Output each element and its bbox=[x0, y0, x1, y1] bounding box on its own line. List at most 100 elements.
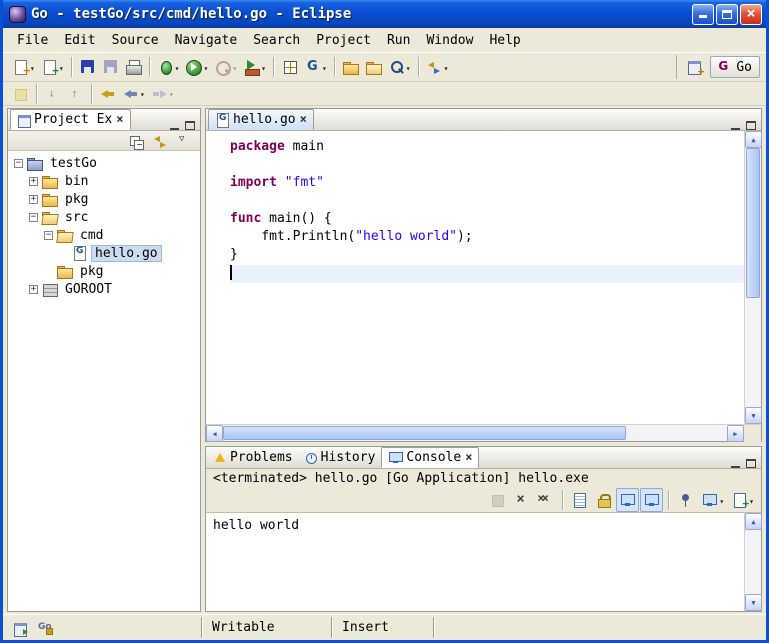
close-tab-icon[interactable] bbox=[465, 450, 472, 465]
open-console-button[interactable] bbox=[728, 488, 757, 512]
back-button[interactable] bbox=[119, 82, 148, 106]
tab-project-explorer[interactable]: Project Ex bbox=[10, 109, 131, 130]
editor-vertical-scrollbar[interactable] bbox=[744, 131, 761, 424]
go-wizard-button[interactable] bbox=[301, 55, 330, 79]
tab-console[interactable]: Console bbox=[381, 447, 479, 468]
code-line[interactable]: import "fmt" bbox=[230, 175, 744, 193]
scroll-down-icon[interactable] bbox=[745, 407, 762, 424]
tree-item-pkg[interactable]: +pkg bbox=[8, 190, 200, 208]
maximize-panel-icon[interactable] bbox=[746, 459, 756, 468]
fast-view-icon[interactable] bbox=[13, 621, 28, 635]
remove-launch-button[interactable] bbox=[510, 488, 533, 512]
open-folder-button[interactable] bbox=[339, 55, 362, 79]
maximize-panel-icon[interactable] bbox=[185, 121, 195, 130]
tree-item-testgo[interactable]: −testGo bbox=[8, 154, 200, 172]
show-stdout-button[interactable] bbox=[616, 488, 639, 512]
display-console-button[interactable] bbox=[698, 488, 727, 512]
code-line[interactable] bbox=[230, 157, 744, 175]
code-area[interactable]: package main import "fmt" func main() { fm… bbox=[206, 131, 744, 424]
menu-item-help[interactable]: Help bbox=[481, 31, 528, 50]
dropdown-arrow-icon[interactable] bbox=[59, 60, 64, 75]
tab-hello-go[interactable]: hello.go bbox=[208, 109, 314, 130]
console-vertical-scrollbar[interactable] bbox=[744, 513, 761, 611]
run-button[interactable] bbox=[182, 55, 211, 79]
minimize-panel-icon[interactable] bbox=[170, 122, 179, 130]
minimize-panel-icon[interactable] bbox=[731, 460, 740, 468]
menu-item-project[interactable]: Project bbox=[308, 31, 379, 50]
scroll-right-icon[interactable] bbox=[727, 425, 744, 442]
menu-item-navigate[interactable]: Navigate bbox=[167, 31, 246, 50]
view-menu-icon[interactable] bbox=[176, 133, 193, 149]
tab-history[interactable]: History bbox=[299, 447, 382, 468]
external-tools-button[interactable] bbox=[240, 55, 269, 79]
dropdown-arrow-icon[interactable] bbox=[719, 493, 724, 508]
dropdown-arrow-icon[interactable] bbox=[322, 60, 327, 75]
close-tab-icon[interactable] bbox=[116, 112, 123, 127]
code-line[interactable] bbox=[230, 265, 744, 283]
dropdown-arrow-icon[interactable] bbox=[406, 60, 411, 75]
tree-item-bin[interactable]: +bin bbox=[8, 172, 200, 190]
menu-item-window[interactable]: Window bbox=[418, 31, 481, 50]
scroll-up-icon[interactable] bbox=[745, 131, 762, 148]
dropdown-arrow-icon[interactable] bbox=[749, 493, 754, 508]
dropdown-arrow-icon[interactable] bbox=[203, 60, 208, 75]
save-button[interactable] bbox=[76, 55, 99, 79]
dropdown-arrow-icon[interactable] bbox=[30, 60, 35, 75]
dropdown-arrow-icon[interactable] bbox=[444, 60, 449, 75]
dropdown-arrow-icon[interactable] bbox=[232, 60, 237, 75]
console-output-text[interactable]: hello world bbox=[206, 513, 744, 611]
expander-plus-icon[interactable]: + bbox=[29, 285, 38, 294]
code-line[interactable] bbox=[230, 193, 744, 211]
show-stderr-button[interactable] bbox=[640, 488, 663, 512]
expander-minus-icon[interactable]: − bbox=[29, 213, 38, 222]
last-edit-button[interactable] bbox=[96, 82, 119, 106]
menu-item-run[interactable]: Run bbox=[379, 31, 418, 50]
close-tab-icon[interactable] bbox=[300, 112, 307, 127]
code-line[interactable]: fmt.Println("hello world"); bbox=[230, 229, 744, 247]
go-workspace-status-icon[interactable] bbox=[38, 621, 53, 635]
minimize-panel-icon[interactable] bbox=[731, 122, 740, 130]
tree-item-hello-go[interactable]: hello.go bbox=[8, 244, 200, 262]
scrollbar-track[interactable] bbox=[745, 148, 761, 407]
maximize-window-button[interactable] bbox=[716, 4, 738, 25]
collapse-all-icon[interactable] bbox=[128, 133, 145, 149]
team-sync-button[interactable] bbox=[423, 55, 452, 79]
scrollbar-thumb[interactable] bbox=[223, 426, 626, 440]
expander-minus-icon[interactable]: − bbox=[14, 159, 23, 168]
remove-all-button[interactable] bbox=[534, 488, 557, 512]
menu-item-edit[interactable]: Edit bbox=[56, 31, 103, 50]
menu-item-source[interactable]: Source bbox=[104, 31, 167, 50]
dropdown-arrow-icon[interactable] bbox=[140, 86, 145, 101]
expander-plus-icon[interactable]: + bbox=[29, 177, 38, 186]
scroll-lock-button[interactable] bbox=[592, 488, 615, 512]
code-line[interactable]: func main() { bbox=[230, 211, 744, 229]
close-window-button[interactable] bbox=[740, 4, 762, 25]
new-go-element-button[interactable] bbox=[38, 55, 67, 79]
expander-minus-icon[interactable]: − bbox=[44, 231, 53, 240]
tab-problems[interactable]: Problems bbox=[208, 447, 299, 468]
code-line[interactable]: package main bbox=[230, 139, 744, 157]
pin-console-button[interactable] bbox=[674, 488, 697, 512]
scroll-left-icon[interactable] bbox=[206, 425, 223, 442]
maximize-panel-icon[interactable] bbox=[746, 121, 756, 130]
open-resource-button[interactable] bbox=[362, 55, 385, 79]
expander-plus-icon[interactable]: + bbox=[29, 195, 38, 204]
go-new-app-button[interactable] bbox=[278, 55, 301, 79]
scrollbar-thumb[interactable] bbox=[746, 148, 760, 298]
scroll-down-icon[interactable] bbox=[745, 594, 762, 611]
open-perspective-button[interactable] bbox=[683, 55, 706, 79]
tree-item-src[interactable]: −src bbox=[8, 208, 200, 226]
menu-item-file[interactable]: File bbox=[9, 31, 56, 50]
tree-item-pkg[interactable]: pkg bbox=[8, 262, 200, 280]
go-perspective-button[interactable]: Go bbox=[710, 56, 760, 78]
tree-item-goroot[interactable]: +GOROOT bbox=[8, 280, 200, 298]
debug-button[interactable] bbox=[154, 55, 183, 79]
search-button[interactable] bbox=[385, 55, 414, 79]
new-wizard-button[interactable] bbox=[9, 55, 38, 79]
scrollbar-track[interactable] bbox=[745, 530, 761, 594]
scroll-up-icon[interactable] bbox=[745, 513, 762, 530]
dropdown-arrow-icon[interactable] bbox=[169, 86, 174, 101]
scrollbar-track[interactable] bbox=[223, 425, 727, 441]
title-bar[interactable]: Go - testGo/src/cmd/hello.go - Eclipse bbox=[3, 0, 766, 28]
code-line[interactable]: } bbox=[230, 247, 744, 265]
